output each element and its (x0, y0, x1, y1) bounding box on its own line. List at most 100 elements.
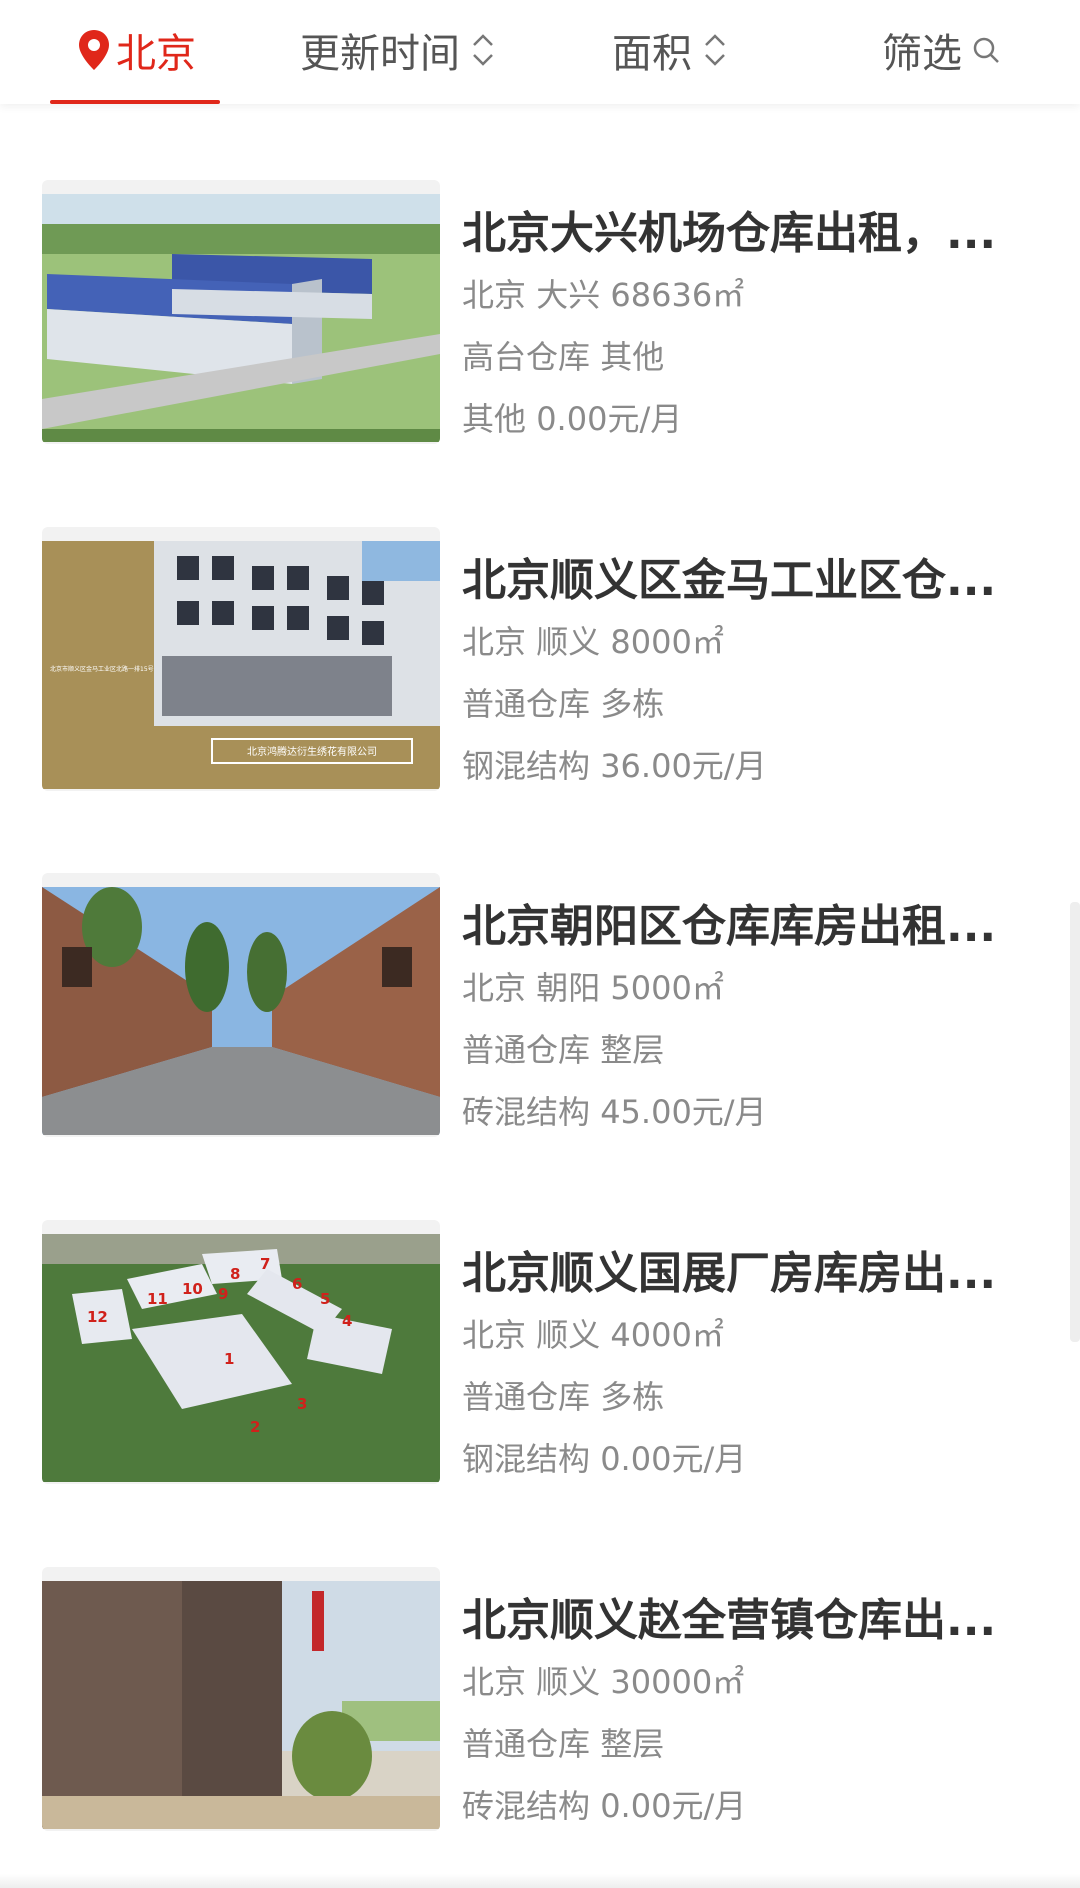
listing-card[interactable]: 北京朝阳区仓库库房出租... 北京 朝阳 5000㎡ 普通仓库 整层 砖混结构 … (42, 873, 1042, 1141)
listing-info: 北京顺义国展厂房库房出... 北京 顺义 4000㎡ 普通仓库 多栋 钢混结构 … (462, 1244, 1042, 1490)
listing-thumbnail (42, 180, 440, 444)
listing-subtype: 整层 (600, 1031, 665, 1069)
listing-subtype: 多栋 (600, 685, 665, 723)
listing-type: 普通仓库 (462, 1031, 591, 1069)
listing-price: 0.00元/月 (536, 400, 683, 438)
listing-area: 30000㎡ (610, 1663, 745, 1701)
listing-district: 顺义 (536, 623, 601, 661)
listing-info: 北京顺义区金马工业区仓... 北京 顺义 8000㎡ 普通仓库 多栋 钢混结构 … (462, 551, 1042, 797)
listing-district: 朝阳 (536, 969, 601, 1007)
listing-area: 5000㎡ (610, 969, 724, 1007)
listing-info: 北京大兴机场仓库出租，... 北京 大兴 68636㎡ 高台仓库 其他 其他 0… (462, 204, 1042, 450)
listing-city: 北京 (462, 1663, 527, 1701)
listing-price-line: 钢混结构 36.00元/月 (462, 735, 1042, 797)
listing-subtype: 多栋 (600, 1378, 665, 1416)
listing-subtype: 整层 (600, 1725, 665, 1763)
listing-structure: 砖混结构 (462, 1093, 591, 1131)
svg-text:6: 6 (292, 1275, 302, 1293)
bottom-divider (0, 1874, 1080, 1888)
filter-bar: 北京 更新时间 面积 筛选 (0, 0, 1080, 104)
listing-thumbnail: 北京鸿腾达衍生绣花有限公司 北京市顺义区金马工业区北路一排15号 (42, 527, 440, 791)
listing-price-line: 钢混结构 0.00元/月 (462, 1428, 1042, 1490)
svg-text:11: 11 (147, 1290, 168, 1308)
svg-text:4: 4 (342, 1312, 352, 1330)
listing-structure: 其他 (462, 400, 527, 438)
listing-structure: 砖混结构 (462, 1787, 591, 1825)
listing-structure: 钢混结构 (462, 1440, 591, 1478)
listing-price-line: 其他 0.00元/月 (462, 388, 1042, 450)
svg-text:12: 12 (87, 1308, 108, 1326)
listing-card[interactable]: 北京鸿腾达衍生绣花有限公司 北京市顺义区金马工业区北路一排15号 北京顺义区金马… (42, 527, 1042, 795)
listing-price: 0.00元/月 (600, 1440, 747, 1478)
listing-location-area: 北京 顺义 30000㎡ (462, 1651, 1042, 1713)
location-pin-icon (79, 30, 109, 70)
svg-text:5: 5 (320, 1290, 330, 1308)
sort-area-label: 面积 (612, 31, 692, 77)
listing-type-line: 高台仓库 其他 (462, 326, 1042, 388)
listing-district: 大兴 (536, 276, 601, 314)
listing-district: 顺义 (536, 1316, 601, 1354)
listing-card[interactable]: 北京顺义赵全营镇仓库出... 北京 顺义 30000㎡ 普通仓库 整层 砖混结构… (42, 1567, 1042, 1835)
svg-text:3: 3 (297, 1395, 307, 1413)
listing-area: 8000㎡ (610, 623, 724, 661)
svg-text:10: 10 (182, 1280, 203, 1298)
listing-title[interactable]: 北京顺义区金马工业区仓... (462, 551, 1042, 611)
address-text: 北京市顺义区金马工业区北路一排15号 (50, 665, 154, 673)
listing-subtype: 其他 (600, 338, 665, 376)
sort-updown-icon (705, 34, 725, 66)
listing-type: 普通仓库 (462, 1725, 591, 1763)
listing-location-area: 北京 朝阳 5000㎡ (462, 957, 1042, 1019)
svg-text:8: 8 (230, 1265, 240, 1283)
svg-text:2: 2 (250, 1418, 260, 1436)
filter-label: 筛选 (882, 31, 962, 77)
listing-city: 北京 (462, 276, 527, 314)
filter-button[interactable]: 筛选 (882, 0, 1000, 100)
listing-title[interactable]: 北京顺义国展厂房库房出... (462, 1244, 1042, 1304)
listing-structure: 钢混结构 (462, 747, 591, 785)
listing-type: 普通仓库 (462, 685, 591, 723)
svg-text:7: 7 (260, 1255, 270, 1273)
listing-thumbnail (42, 873, 440, 1137)
search-icon (973, 37, 999, 63)
listing-price: 36.00元/月 (600, 747, 767, 785)
listing-price-line: 砖混结构 0.00元/月 (462, 1775, 1042, 1837)
listing-title[interactable]: 北京大兴机场仓库出租，... (462, 204, 1042, 264)
listing-price-line: 砖混结构 45.00元/月 (462, 1081, 1042, 1143)
listing-area: 4000㎡ (610, 1316, 724, 1354)
listing-thumbnail (42, 1567, 440, 1831)
listing-location-area: 北京 顺义 8000㎡ (462, 611, 1042, 673)
listing-title[interactable]: 北京朝阳区仓库库房出租... (462, 897, 1042, 957)
listing-city: 北京 (462, 623, 527, 661)
sort-by-area[interactable]: 面积 (612, 0, 728, 100)
listing-price: 45.00元/月 (600, 1093, 767, 1131)
sort-by-update-time[interactable]: 更新时间 (300, 0, 496, 100)
listing-info: 北京顺义赵全营镇仓库出... 北京 顺义 30000㎡ 普通仓库 整层 砖混结构… (462, 1591, 1042, 1837)
listing-type-line: 普通仓库 多栋 (462, 1366, 1042, 1428)
listing-city: 北京 (462, 1316, 527, 1354)
svg-text:1: 1 (224, 1350, 234, 1368)
listing-card[interactable]: 北京大兴机场仓库出租，... 北京 大兴 68636㎡ 高台仓库 其他 其他 0… (42, 180, 1042, 448)
listing-type-line: 普通仓库 整层 (462, 1019, 1042, 1081)
listing-info: 北京朝阳区仓库库房出租... 北京 朝阳 5000㎡ 普通仓库 整层 砖混结构 … (462, 897, 1042, 1143)
sort-update-label: 更新时间 (300, 31, 460, 77)
listing-location-area: 北京 大兴 68636㎡ (462, 264, 1042, 326)
sign-text: 北京鸿腾达衍生绣花有限公司 (247, 745, 377, 758)
listing-type: 高台仓库 (462, 338, 591, 376)
listing-location-area: 北京 顺义 4000㎡ (462, 1304, 1042, 1366)
city-label: 北京 (116, 31, 196, 77)
city-selector[interactable]: 北京 (76, 0, 196, 100)
listing-card[interactable]: 1 2 3 4 5 6 7 8 9 10 11 12 北京顺义国展厂房库房出..… (42, 1220, 1042, 1488)
listing-area: 68636㎡ (610, 276, 745, 314)
listing-thumbnail: 1 2 3 4 5 6 7 8 9 10 11 12 (42, 1220, 440, 1484)
listing-district: 顺义 (536, 1663, 601, 1701)
listing-type-line: 普通仓库 多栋 (462, 673, 1042, 735)
listing-city: 北京 (462, 969, 527, 1007)
sort-updown-icon (473, 34, 493, 66)
listing-type: 普通仓库 (462, 1378, 591, 1416)
listing-type-line: 普通仓库 整层 (462, 1713, 1042, 1775)
listing-price: 0.00元/月 (600, 1787, 747, 1825)
scrollbar[interactable] (1070, 902, 1080, 1342)
listing-title[interactable]: 北京顺义赵全营镇仓库出... (462, 1591, 1042, 1651)
active-tab-indicator (50, 100, 220, 104)
svg-text:9: 9 (218, 1285, 228, 1303)
